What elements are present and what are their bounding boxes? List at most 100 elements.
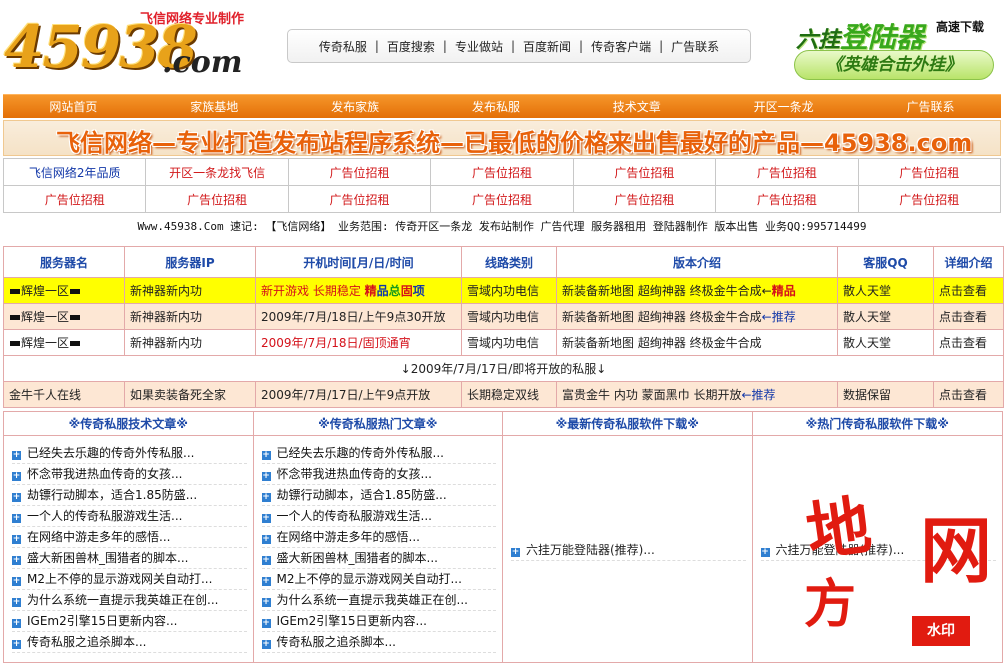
open-time-text: 新开游戏 长期稳定: [261, 284, 365, 298]
login-tool-promo[interactable]: 六挂登陆器 高速下载 《英雄合击外挂》: [792, 10, 996, 82]
table-header-row: 服务器名 服务器IP 开机时间[月/日/时间 线路类别 版本介绍 客服QQ 详细…: [3, 246, 1004, 278]
plus-icon: +: [261, 618, 271, 628]
nav-ad-contact[interactable]: 广告联系: [906, 98, 954, 115]
list-item-text: 已经失去乐趣的传奇外传私服...: [27, 446, 195, 460]
nav-publish-server[interactable]: 发布私服: [472, 98, 520, 115]
plus-icon: +: [12, 576, 21, 586]
list-item[interactable]: + IGEm2引擎15日更新内容...: [12, 611, 247, 632]
ad-slot[interactable]: 广告位招租: [430, 158, 574, 186]
nav-one-stop[interactable]: 开区一条龙: [754, 98, 814, 115]
ad-slot[interactable]: 广告位招租: [287, 185, 432, 213]
col-header: 客服QQ: [837, 246, 934, 278]
list-item[interactable]: + 劫镖行动脚本，适合1.85防盛...: [12, 485, 247, 506]
tag-char: 固: [400, 284, 413, 298]
line-type: 雪域内功电信: [461, 303, 557, 330]
column-title[interactable]: ※传奇私服热门文章※: [253, 412, 502, 436]
list-item[interactable]: + 一个人的传奇私服游戏生活...: [12, 506, 247, 527]
ad-slot[interactable]: 广告位招租: [572, 185, 717, 213]
ad-slot[interactable]: 广告位招租: [430, 185, 574, 213]
list-item-text: 六挂万能登陆器(推荐)...: [526, 543, 655, 557]
list-item-text: 怀念带我进热血传奇的女孩...: [276, 467, 432, 481]
bullet-square: [10, 315, 20, 320]
list-item[interactable]: + 怀念带我进热血传奇的女孩...: [261, 464, 496, 485]
site-logo[interactable]: 飞信网络专业制作 45938 .com: [4, 6, 254, 86]
top-nav-link[interactable]: 广告联系: [663, 38, 727, 55]
list-item[interactable]: + 传奇私服之追杀脚本...: [261, 632, 496, 653]
ad-slot[interactable]: 广告位招租: [857, 158, 1002, 186]
ad-slot[interactable]: 开区一条龙找飞信: [145, 158, 289, 186]
line-type: 雪域内功电信: [461, 277, 557, 304]
top-nav-link[interactable]: 传奇客户端: [583, 38, 659, 55]
plus-icon: +: [511, 547, 520, 557]
nav-home[interactable]: 网站首页: [49, 98, 97, 115]
ad-slot[interactable]: 广告位招租: [287, 158, 432, 186]
table-row[interactable]: 金牛千人在线 如果卖装备死全家 2009年/7月/17日/上午9点开放 长期稳定…: [3, 381, 1004, 408]
plus-icon: +: [261, 492, 271, 502]
open-time: 2009年/7月/18日/固顶通宵: [255, 329, 462, 356]
column-title[interactable]: ※传奇私服技术文章※: [4, 412, 253, 436]
list-item[interactable]: + M2上不停的显示游戏网关自动打...: [12, 569, 247, 590]
server-name[interactable]: 辉煌一区: [3, 277, 125, 304]
list-item[interactable]: + 六挂万能登陆器(推荐)...: [760, 540, 996, 561]
list-item[interactable]: + 劫镖行动脚本，适合1.85防盛...: [261, 485, 496, 506]
server-name[interactable]: 金牛千人在线: [3, 381, 125, 408]
plus-icon: +: [12, 639, 21, 649]
list-item[interactable]: + 盛大新困兽林_围猎者的脚本...: [12, 548, 247, 569]
top-nav-link[interactable]: 传奇私服: [311, 38, 375, 55]
ad-slot[interactable]: 广告位招租: [572, 158, 717, 186]
col-header: 版本介绍: [556, 246, 838, 278]
table-row[interactable]: 辉煌一区 新神器新内功 新开游戏 长期稳定 精品总固项 雪域内功电信 新装备新地…: [3, 277, 1004, 304]
ad-slot[interactable]: 广告位招租: [715, 158, 859, 186]
list-item[interactable]: + 六挂万能登陆器(推荐)...: [511, 540, 746, 561]
column-title[interactable]: ※最新传奇私服软件下载※: [503, 412, 752, 436]
nav-publish-family[interactable]: 发布家族: [331, 98, 379, 115]
ad-slot[interactable]: 广告位招租: [857, 185, 1002, 213]
list-item[interactable]: + 在网络中游走多年的感悟...: [12, 527, 247, 548]
server-ip: 新神器新内功: [124, 329, 256, 356]
list-item[interactable]: + M2上不停的显示游戏网关自动打...: [261, 569, 496, 590]
version-tag: 精品: [771, 284, 796, 298]
plus-icon: +: [261, 534, 271, 544]
list-item[interactable]: + 为什么系统一直提示我英雄正在创...: [12, 590, 247, 611]
open-time: 新开游戏 长期稳定 精品总固项: [255, 277, 462, 304]
ad-slot[interactable]: 飞信网络2年品质: [2, 158, 147, 186]
server-name[interactable]: 辉煌一区: [3, 303, 125, 330]
table-row[interactable]: 辉煌一区 新神器新内功 2009年/7月/18日/上午9点30开放 雪域内功电信…: [3, 303, 1004, 330]
list-item[interactable]: + 一个人的传奇私服游戏生活...: [261, 506, 496, 527]
version-info: 新装备新地图 超绚神器 终极金牛合成←推荐: [556, 303, 838, 330]
list-item[interactable]: + 已经失去乐趣的传奇外传私服...: [261, 443, 496, 464]
list-item-text: 六挂万能登陆器(推荐)...: [775, 543, 905, 557]
ad-slot[interactable]: 广告位招租: [2, 185, 147, 213]
plus-icon: +: [12, 597, 21, 607]
plus-icon: +: [261, 450, 271, 460]
nav-family-base[interactable]: 家族基地: [190, 98, 238, 115]
details-link[interactable]: 点击查看: [933, 303, 1004, 330]
list-item[interactable]: + 怀念带我进热血传奇的女孩...: [12, 464, 247, 485]
server-ip: 新神器新内功: [124, 303, 256, 330]
list-item[interactable]: + 传奇私服之追杀脚本...: [12, 632, 247, 653]
list-item[interactable]: + 在网络中游走多年的感悟...: [261, 527, 496, 548]
details-link[interactable]: 点击查看: [933, 329, 1004, 356]
ad-slot[interactable]: 广告位招租: [715, 185, 859, 213]
promo-download-link[interactable]: 高速下载: [936, 18, 984, 35]
bullet-square: [70, 341, 81, 346]
top-nav-link[interactable]: 百度新闻: [515, 38, 579, 55]
list-item[interactable]: + 已经失去乐趣的传奇外传私服...: [12, 443, 247, 464]
promo-banner[interactable]: 飞信网络—专业打造发布站程序系统—已最低的价格来出售最好的产品—45938.co…: [3, 120, 1001, 156]
list-item[interactable]: + 盛大新困兽林_围猎者的脚本...: [261, 548, 496, 569]
plus-icon: +: [760, 547, 770, 557]
list-item-text: M2上不停的显示游戏网关自动打...: [27, 572, 213, 586]
column-title[interactable]: ※热门传奇私服软件下载※: [752, 412, 1002, 436]
list-item[interactable]: + 为什么系统一直提示我英雄正在创...: [261, 590, 496, 611]
list-item[interactable]: + IGEm2引擎15日更新内容...: [261, 611, 496, 632]
top-nav-link[interactable]: 专业做站: [447, 38, 511, 55]
site-header: 飞信网络专业制作 45938 .com 传奇私服 | 百度搜索 | 专业做站 | 百度…: [0, 0, 1004, 92]
server-name[interactable]: 辉煌一区: [3, 329, 125, 356]
version-info: 新装备新地图 超绚神器 终极金牛合成: [556, 329, 838, 356]
details-link[interactable]: 点击查看: [933, 381, 1004, 408]
ad-slot[interactable]: 广告位招租: [145, 185, 289, 213]
top-nav-link[interactable]: 百度搜索: [379, 38, 443, 55]
details-link[interactable]: 点击查看: [933, 277, 1004, 304]
nav-tech-articles[interactable]: 技术文章: [613, 98, 661, 115]
table-row[interactable]: 辉煌一区 新神器新内功 2009年/7月/18日/固顶通宵 雪域内功电信 新装备…: [3, 329, 1004, 356]
